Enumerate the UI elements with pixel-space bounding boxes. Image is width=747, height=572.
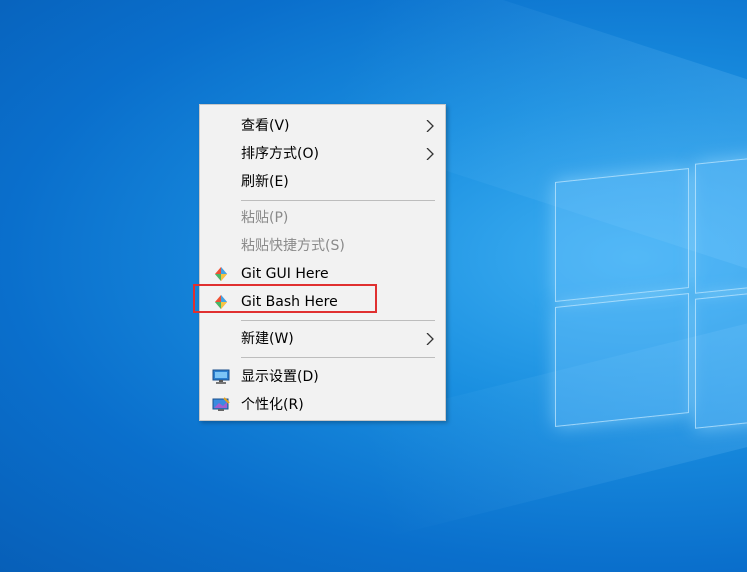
personalize-icon	[212, 397, 230, 411]
menu-item-view[interactable]: 查看(V)	[200, 113, 445, 139]
menu-item-paste-shortcut: 粘贴快捷方式(S)	[200, 233, 445, 259]
menu-item-paste: 粘贴(P)	[200, 205, 445, 231]
chevron-right-icon	[426, 148, 434, 160]
menu-item-label: 新建(W)	[241, 331, 294, 347]
desktop-context-menu: 查看(V) 排序方式(O) 刷新(E) 粘贴(P) 粘贴快捷方式(S) Git …	[199, 104, 446, 421]
menu-item-label: 显示设置(D)	[241, 369, 319, 385]
menu-item-label: 刷新(E)	[241, 174, 289, 190]
menu-item-label: 粘贴快捷方式(S)	[241, 238, 345, 254]
menu-item-refresh[interactable]: 刷新(E)	[200, 169, 445, 195]
chevron-right-icon	[426, 120, 434, 132]
git-bash-highlight-outline	[193, 284, 377, 313]
menu-item-sort-by[interactable]: 排序方式(O)	[200, 141, 445, 167]
git-icon	[215, 267, 227, 281]
menu-separator	[241, 357, 435, 358]
menu-separator	[241, 200, 435, 201]
menu-item-label: 查看(V)	[241, 118, 290, 134]
chevron-right-icon	[426, 333, 434, 345]
menu-item-display-settings[interactable]: 显示设置(D)	[200, 364, 445, 390]
display-settings-icon	[212, 369, 230, 384]
menu-item-label: 粘贴(P)	[241, 210, 289, 226]
windows-logo	[555, 150, 747, 450]
menu-item-new[interactable]: 新建(W)	[200, 326, 445, 352]
menu-separator	[241, 320, 435, 321]
menu-item-personalize[interactable]: 个性化(R)	[200, 392, 445, 418]
menu-item-label: 排序方式(O)	[241, 146, 319, 162]
menu-item-label: 个性化(R)	[241, 397, 304, 413]
